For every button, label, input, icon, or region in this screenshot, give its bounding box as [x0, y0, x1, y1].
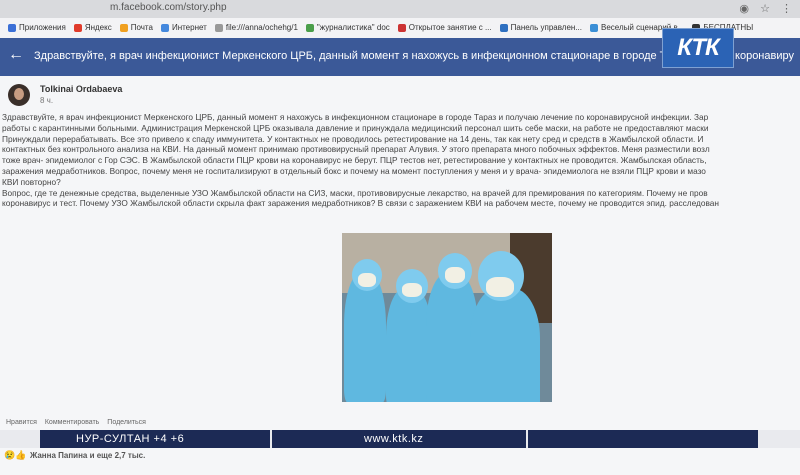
like-button[interactable]: Нравится	[6, 419, 37, 426]
post-photo[interactable]	[342, 233, 552, 402]
back-arrow-icon[interactable]: ←	[8, 46, 24, 64]
likes-count[interactable]: Жанна Папина и еще 2,7 тыс.	[30, 451, 145, 460]
star-icon[interactable]: ☆	[760, 3, 770, 15]
bookmark-icon	[160, 23, 169, 32]
ktk-logo: КТК	[662, 28, 734, 68]
bookmark-icon	[305, 23, 314, 32]
post-text-line: работы с карантинными больными. Админист…	[2, 122, 709, 133]
post-text-line: коронавирус и тест. Почему УЗО Жамбылско…	[2, 198, 719, 209]
browser-toolbar: m.facebook.com/story.php ◉ ☆ ⋮	[0, 0, 800, 19]
news-ticker: НУР-СУЛТАН +4 +6 www.ktk.kz	[40, 430, 758, 448]
bookmark-icon	[119, 23, 128, 32]
bookmark-icon	[8, 23, 16, 32]
photo-mask	[358, 273, 376, 287]
bookmark-icon	[214, 23, 223, 32]
post-text: Здравствуйте, я врач инфекционист Меркен…	[2, 112, 800, 209]
ticker-weather: НУР-СУЛТАН +4 +6	[76, 433, 185, 445]
bookmark-item[interactable]: Открытое занятие с ...	[397, 18, 492, 38]
menu-icon[interactable]: ⋮	[781, 3, 792, 15]
photo-mask	[402, 283, 422, 297]
post-text-line: Принуждали перерабатывать. Все это приве…	[2, 133, 704, 144]
post-text-line: Вопрос, где те денежные средства, выделе…	[2, 187, 708, 198]
bookmark-icon	[397, 23, 406, 32]
header-title: Здравствуйте, я врач инфекционист Меркен…	[34, 50, 720, 62]
ticker-divider	[270, 430, 272, 448]
post-author[interactable]: Tolkinai Ordabaeva	[40, 84, 122, 94]
bookmark-item[interactable]: file:///anna/ochehg/1	[214, 18, 298, 38]
bookmark-item[interactable]: Почта	[119, 18, 153, 38]
post-text-line: тоже врач- эпидемиолог с Гор СЭС. В Жамб…	[2, 155, 707, 166]
post-text-line: КВИ повторно?	[2, 176, 61, 187]
bookmark-item[interactable]: Приложения	[8, 18, 66, 38]
likes-row: 😢👍 Жанна Папина и еще 2,7 тыс.	[0, 448, 800, 475]
bookmark-item[interactable]: Панель управлен...	[499, 18, 582, 38]
comment-button[interactable]: Комментировать	[45, 419, 100, 426]
bookmark-item[interactable]: Интернет	[160, 18, 207, 38]
photo-person	[344, 273, 386, 402]
bookmark-icon	[499, 23, 508, 32]
post-text-line: контактных без контрольного анализа на К…	[2, 144, 710, 155]
bookmark-item[interactable]: "журналистика" doc	[305, 18, 390, 38]
ticker-website: www.ktk.kz	[364, 433, 424, 445]
camera-icon[interactable]: ◉	[739, 3, 749, 15]
browser-icons: ◉ ☆ ⋮	[731, 2, 792, 15]
reaction-icon: 😢👍	[4, 450, 27, 460]
address-bar[interactable]: m.facebook.com/story.php	[110, 2, 227, 13]
photo-mask	[445, 267, 465, 283]
ticker-divider	[526, 430, 528, 448]
post-text-line: Здравствуйте, я врач инфекционист Меркен…	[2, 112, 709, 122]
photo-mask	[486, 277, 514, 297]
share-button[interactable]: Поделиться	[107, 419, 146, 426]
bookmark-icon	[73, 23, 82, 32]
post-text-line: заражения медработников. Вопрос, почему …	[2, 165, 706, 176]
avatar[interactable]	[8, 84, 30, 106]
photo-person	[470, 288, 540, 402]
bookmark-item[interactable]: Яндекс	[73, 18, 112, 38]
bookmark-icon	[589, 23, 598, 32]
post: Tolkinai Ordabaeva 8 ч. Здравствуйте, я …	[0, 76, 800, 462]
post-time[interactable]: 8 ч.	[40, 96, 53, 105]
post-actions: Нравится Комментировать Поделиться	[0, 416, 800, 430]
